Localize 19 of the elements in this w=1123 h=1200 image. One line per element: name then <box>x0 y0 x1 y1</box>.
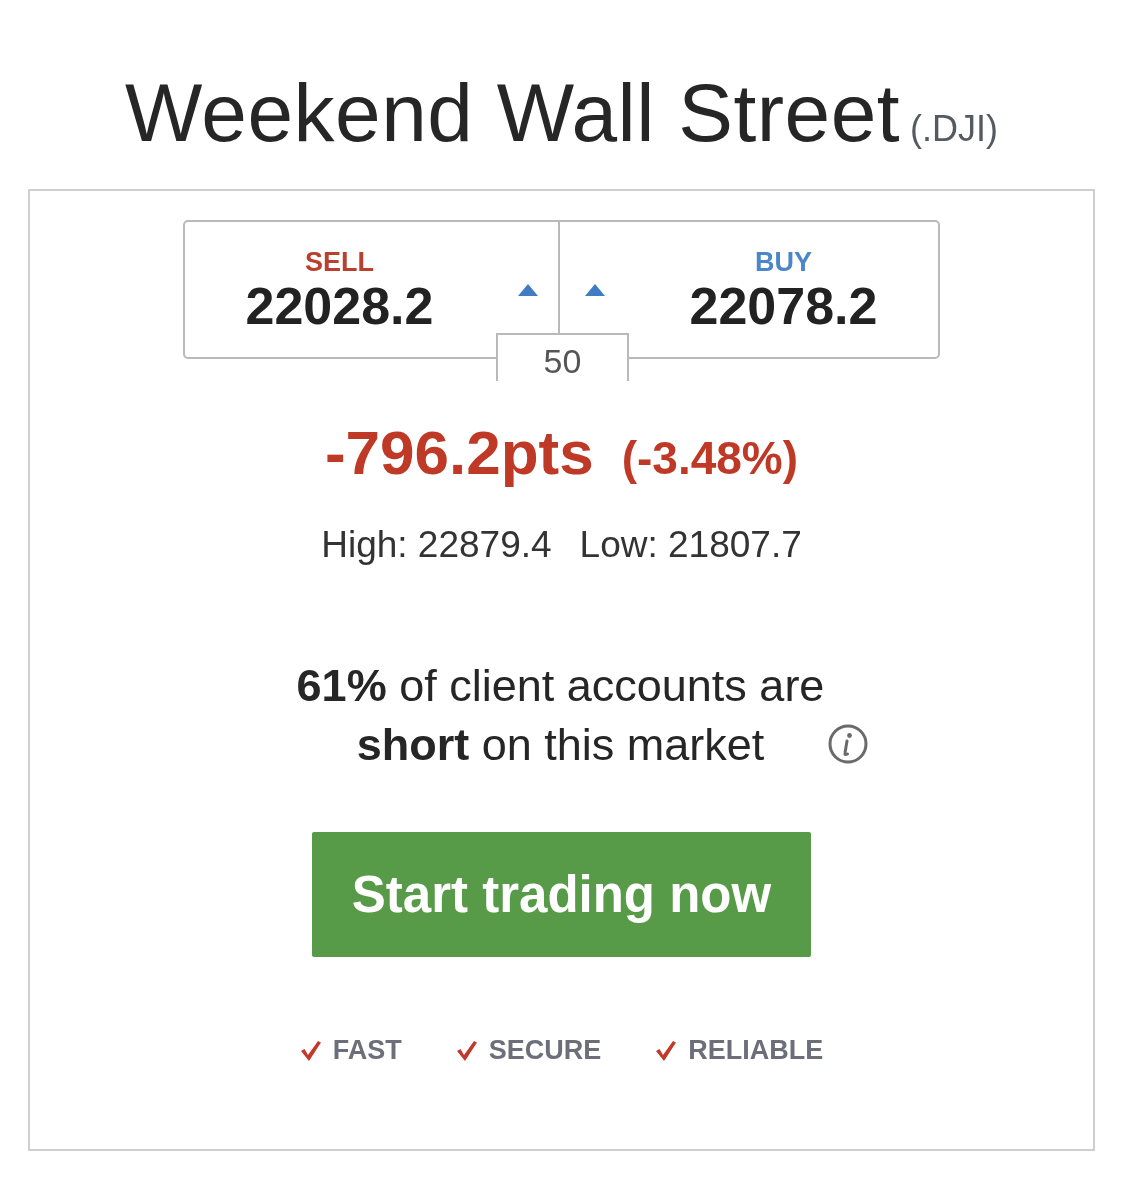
range-value: High: 22879.4 <box>321 524 552 566</box>
quote-label: SELL <box>305 247 374 278</box>
check-icon <box>299 1039 322 1062</box>
quote-price: 22028.2 <box>245 277 434 336</box>
market-symbol: (.DJI) <box>910 108 999 150</box>
market-title: Weekend Wall Street <box>124 72 901 154</box>
check-icon <box>455 1039 478 1062</box>
range-value: Low: 21807.7 <box>579 524 802 566</box>
feature-label: RELIABLE <box>688 1035 824 1066</box>
spread-value: 50 <box>496 333 629 381</box>
sentiment-text: 61% of client accounts are short on this market <box>295 659 826 772</box>
feature-label: FAST <box>332 1035 402 1066</box>
check-icon <box>655 1039 678 1062</box>
info-icon[interactable] <box>827 724 868 764</box>
change-points: -796.2pts <box>324 417 594 488</box>
quote-label: BUY <box>755 247 812 278</box>
change-percent: (-3.48%) <box>621 431 799 485</box>
feature-label: SECURE <box>488 1035 602 1066</box>
quote-price: 22078.2 <box>689 277 878 336</box>
